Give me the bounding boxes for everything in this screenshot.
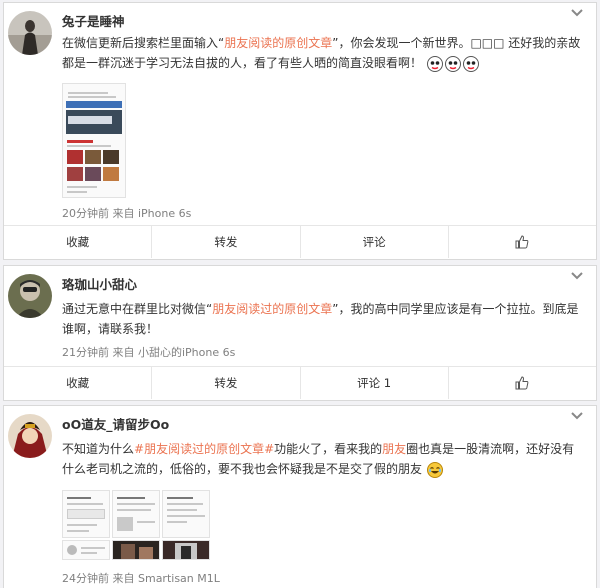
comment-button[interactable]: 评论 bbox=[299, 226, 448, 258]
post-text: 不知道为什么#朋友阅读过的原创文章#功能火了，看来我的朋友圈也真是一股清流啊，还… bbox=[62, 439, 582, 479]
post-card-1: 兔子是睡神 在微信更新后搜索栏里面输入“朋友阅读的原创文章”，你会发现一个新世界… bbox=[3, 2, 597, 260]
highlight-text[interactable]: 朋友 bbox=[382, 442, 406, 456]
image-thumbnail[interactable] bbox=[112, 490, 160, 538]
repost-button[interactable]: 转发 bbox=[151, 367, 299, 399]
avatar[interactable] bbox=[8, 274, 52, 318]
thumbs-up-icon bbox=[515, 235, 529, 249]
action-bar: 收藏 转发 评论 bbox=[4, 225, 596, 258]
image-thumbnail[interactable] bbox=[62, 540, 110, 560]
image-thumbnail[interactable] bbox=[162, 540, 210, 560]
text-segment: 不知道为什么 bbox=[62, 442, 135, 456]
emoji-icon bbox=[426, 461, 443, 478]
like-button[interactable] bbox=[447, 367, 596, 399]
text-segment: 在微信更新后搜索栏里面输入“ bbox=[62, 36, 225, 50]
repost-label: 转发 bbox=[214, 376, 238, 390]
avatar[interactable] bbox=[8, 11, 52, 55]
post-meta: 20分钟前 来自 iPhone 6s bbox=[62, 207, 192, 220]
emoji-icon bbox=[426, 55, 443, 72]
post-card-3: oO道友_请留步Oo 不知道为什么#朋友阅读过的原创文章#功能火了，看来我的朋友… bbox=[3, 405, 597, 588]
topic-link[interactable]: #朋友阅读过的原创文章# bbox=[134, 442, 274, 456]
post-text: 在微信更新后搜索栏里面输入“朋友阅读的原创文章”，你会发现一个新世界。□□□ 还… bbox=[62, 33, 582, 73]
repost-button[interactable]: 转发 bbox=[151, 226, 299, 258]
comment-label: 评论 bbox=[362, 235, 386, 249]
emoji-icon bbox=[462, 55, 479, 72]
post-meta: 21分钟前 来自 小甜心的iPhone 6s bbox=[62, 346, 236, 359]
image-thumbnail[interactable] bbox=[112, 540, 160, 560]
username[interactable]: oO道友_请留步Oo bbox=[62, 414, 169, 433]
comment-button[interactable]: 评论 1 bbox=[299, 367, 448, 399]
emoji-icon bbox=[444, 55, 461, 72]
highlight-text[interactable]: 朋友阅读的原创文章 bbox=[224, 36, 332, 50]
image-thumbnail[interactable] bbox=[62, 490, 110, 538]
avatar[interactable] bbox=[8, 414, 52, 458]
post-meta: 24分钟前 来自 Smartisan M1L bbox=[62, 572, 220, 585]
repost-label: 转发 bbox=[214, 235, 238, 249]
action-bar: 收藏 转发 评论 1 bbox=[4, 366, 596, 399]
highlight-text[interactable]: 朋友阅读过的原创文章 bbox=[212, 302, 332, 316]
collect-button[interactable]: 收藏 bbox=[4, 226, 151, 258]
comment-label: 评论 1 bbox=[357, 376, 392, 390]
chevron-down-icon[interactable] bbox=[570, 7, 584, 19]
text-segment: 通过无意中在群里比对微信“ bbox=[62, 302, 213, 316]
username[interactable]: 珞珈山小甜心 bbox=[62, 274, 137, 293]
image-thumbnail[interactable] bbox=[162, 490, 210, 538]
username[interactable]: 兔子是睡神 bbox=[62, 11, 125, 30]
image-thumbnail[interactable] bbox=[62, 83, 126, 198]
chevron-down-icon[interactable] bbox=[570, 410, 584, 422]
collect-label: 收藏 bbox=[66, 235, 90, 249]
text-segment: 功能火了，看来我的 bbox=[274, 442, 383, 456]
post-text: 通过无意中在群里比对微信“朋友阅读过的原创文章”，我的高中同学里应该是有一个拉拉… bbox=[62, 299, 582, 339]
post-card-2: 珞珈山小甜心 通过无意中在群里比对微信“朋友阅读过的原创文章”，我的高中同学里应… bbox=[3, 265, 597, 401]
like-button[interactable] bbox=[447, 226, 596, 258]
collect-label: 收藏 bbox=[66, 376, 90, 390]
thumbs-up-icon bbox=[515, 376, 529, 390]
collect-button[interactable]: 收藏 bbox=[4, 367, 151, 399]
chevron-down-icon[interactable] bbox=[570, 270, 584, 282]
